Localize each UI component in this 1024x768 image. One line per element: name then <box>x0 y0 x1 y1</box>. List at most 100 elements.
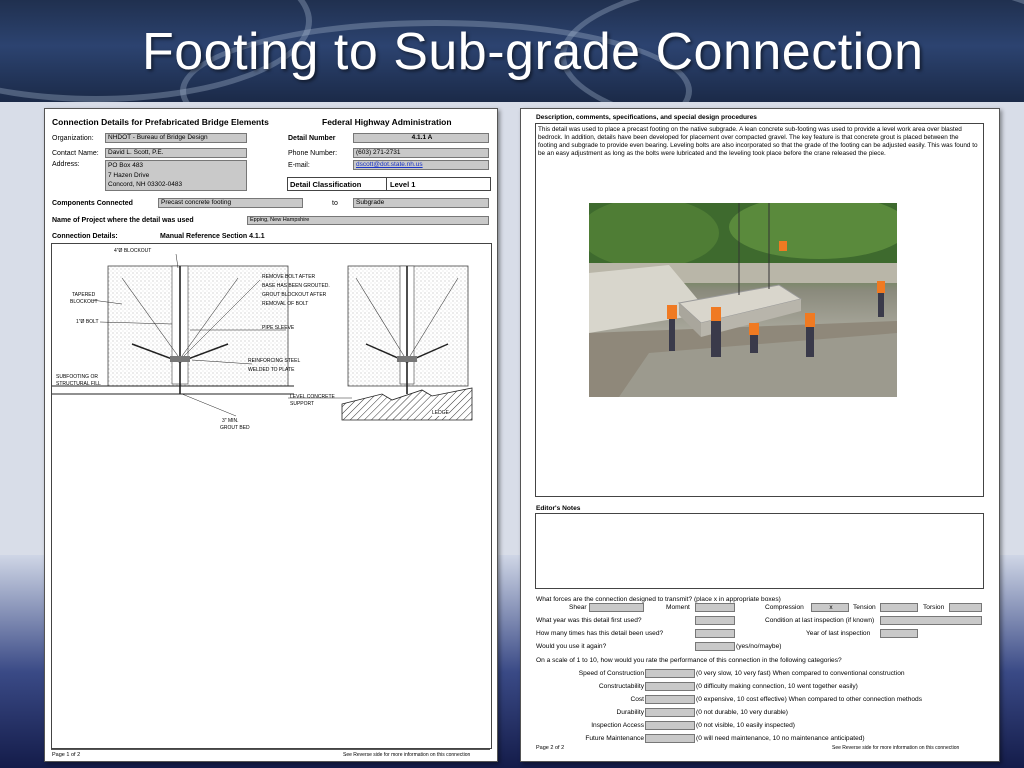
label-grout-1: 3" MIN. <box>222 418 239 424</box>
moment-label: Moment <box>666 604 690 611</box>
label-level-1: LEVEL CONCRETE <box>290 394 335 400</box>
label-remove-2: BASE HAS BEEN GROUTED. <box>262 283 330 289</box>
detail-number-field[interactable]: 4.1.1 A <box>353 133 489 143</box>
divider <box>386 178 387 190</box>
editors-notes-label: Editor's Notes <box>536 505 581 512</box>
shear-label: Shear <box>569 604 587 611</box>
times-used-field[interactable] <box>695 629 735 638</box>
footer-page-number: Page 2 of 2 <box>536 745 565 751</box>
label-tapered-blockout: BLOCKOUT <box>70 299 98 305</box>
label-structural-fill: STRUCTURAL FILL <box>56 381 101 387</box>
label-pipe-sleeve: PIPE SLEEVE <box>262 325 295 331</box>
form-page-1: Connection Details for Prefabricated Bri… <box>44 108 498 762</box>
rating-field[interactable] <box>645 669 695 678</box>
component-a-field[interactable]: Precast concrete footing <box>158 198 303 208</box>
rating-field[interactable] <box>645 721 695 730</box>
footer-page-number: Page 1 of 2 <box>52 752 81 758</box>
form-header-right: Federal Highway Administration <box>322 117 452 127</box>
tension-field[interactable] <box>880 603 918 612</box>
torsion-field[interactable] <box>949 603 982 612</box>
connection-detail-drawing: 4"Ø BLOCKOUT TAPERED BLOCKOUT 1"Ø BOLT S… <box>51 243 492 749</box>
rating-field[interactable] <box>645 682 695 691</box>
address-label: Address: <box>52 161 80 168</box>
email-label: E-mail: <box>288 162 310 169</box>
footer-note: See Reverse side for more information on… <box>832 745 960 751</box>
phone-label: Phone Number: <box>288 150 338 157</box>
label-level-2: SUPPORT <box>290 401 315 407</box>
torsion-label: Torsion <box>923 604 945 611</box>
moment-field[interactable] <box>695 603 735 612</box>
label-bolt: 1"Ø BOLT <box>76 319 99 325</box>
condition-field[interactable] <box>880 616 982 625</box>
label-remove-4: REMOVAL OF BOLT <box>262 301 309 307</box>
rating-field[interactable] <box>645 708 695 717</box>
editors-notes-box[interactable] <box>535 513 984 589</box>
contact-field[interactable]: David L. Scott, P.E. <box>105 148 247 158</box>
footing-placement-photo <box>589 203 897 397</box>
year-inspection-label: Year of last inspection <box>806 630 871 637</box>
to-label: to <box>332 200 338 207</box>
label-blockout: 4"Ø BLOCKOUT <box>114 248 152 254</box>
rating-label: Speed of Construction <box>578 670 644 677</box>
times-used-question: How many times has this detail been used… <box>536 630 664 637</box>
label-ledge: LEDGE <box>432 410 449 416</box>
rating-hint: (0 not durable, 10 very durable) <box>696 709 789 716</box>
organization-field[interactable]: NHDOT - Bureau of Bridge Design <box>105 133 247 143</box>
address-line: Concord, NH 03302-0483 <box>108 181 183 188</box>
rating-hint: (0 will need maintenance, 10 no maintena… <box>696 735 865 742</box>
label-subfooting: SUBFOOTING OR <box>56 374 98 380</box>
form-page-2: Description, comments, specifications, a… <box>520 108 1000 762</box>
rating-label: Future Maintenance <box>585 735 644 742</box>
tension-label: Tension <box>853 604 876 611</box>
detail-class-value[interactable]: Level 1 <box>390 180 415 189</box>
year-used-question: What year was this detail first used? <box>536 617 642 624</box>
label-remove-1: REMOVE BOLT AFTER <box>262 274 316 280</box>
year-inspection-field[interactable] <box>880 629 918 638</box>
forces-question: What forces are the connection designed … <box>536 596 781 603</box>
rating-hint: (0 expensive, 10 cost effective) When co… <box>696 696 923 703</box>
component-b-field[interactable]: Subgrade <box>353 198 489 208</box>
title-banner: Footing to Sub-grade Connection <box>0 0 1024 102</box>
rating-label: Durability <box>616 709 644 716</box>
scale-question: On a scale of 1 to 10, how would you rat… <box>536 657 842 664</box>
project-field[interactable]: Epping, New Hampshire <box>247 216 489 225</box>
label-reinforcing-2: WELDED TO PLATE <box>248 367 295 373</box>
footer-rule <box>51 749 490 750</box>
label-remove-3: GROUT BLOCKOUT AFTER <box>262 292 327 298</box>
use-again-hint: (yes/no/maybe) <box>736 643 782 650</box>
phone-field[interactable]: (603) 271-2731 <box>353 148 489 158</box>
organization-label: Organization: <box>52 135 94 142</box>
detail-classification-box: Detail Classification Level 1 <box>287 177 491 191</box>
rating-hint: (0 difficulty making connection, 10 went… <box>696 683 858 690</box>
address-field[interactable]: PO Box 483 7 Hazen Drive Concord, NH 033… <box>105 160 247 191</box>
connection-details-label: Connection Details: <box>52 233 118 240</box>
contact-label: Contact Name: <box>52 150 99 157</box>
description-header: Description, comments, specifications, a… <box>536 114 757 121</box>
slide-title: Footing to Sub-grade Connection <box>142 23 924 81</box>
shear-field[interactable] <box>589 603 644 612</box>
use-again-field[interactable] <box>695 642 735 651</box>
rating-label: Cost <box>630 696 644 703</box>
year-used-field[interactable] <box>695 616 735 625</box>
rating-label: Constructability <box>598 683 644 690</box>
label-reinforcing-1: REINFORCING STEEL <box>248 358 301 364</box>
photo-illustration <box>589 203 897 397</box>
label-grout-2: GROUT BED <box>220 425 250 431</box>
rating-hint: (0 very slow, 10 very fast) When compare… <box>696 670 905 677</box>
rating-field[interactable] <box>645 695 695 704</box>
address-line: 7 Hazen Drive <box>108 171 150 179</box>
rating-hint: (0 not visible, 10 easily inspected) <box>696 722 795 729</box>
footer-note: See Reverse side for more information on… <box>343 752 471 758</box>
manual-reference: Manual Reference Section 4.1.1 <box>160 233 265 240</box>
project-label: Name of Project where the detail was use… <box>52 217 194 224</box>
use-again-question: Would you use it again? <box>536 643 607 650</box>
detail-class-label: Detail Classification <box>290 180 362 189</box>
detail-number-label: Detail Number <box>288 135 336 142</box>
compression-field[interactable]: x <box>811 603 849 612</box>
rating-field[interactable] <box>645 734 695 743</box>
email-field[interactable]: dscott@dot.state.nh.us <box>353 160 489 170</box>
email-link[interactable]: dscott@dot.state.nh.us <box>356 161 423 168</box>
compression-label: Compression <box>765 604 804 611</box>
rating-label: Inspection Access <box>591 722 644 729</box>
components-label: Components Connected <box>52 200 133 207</box>
